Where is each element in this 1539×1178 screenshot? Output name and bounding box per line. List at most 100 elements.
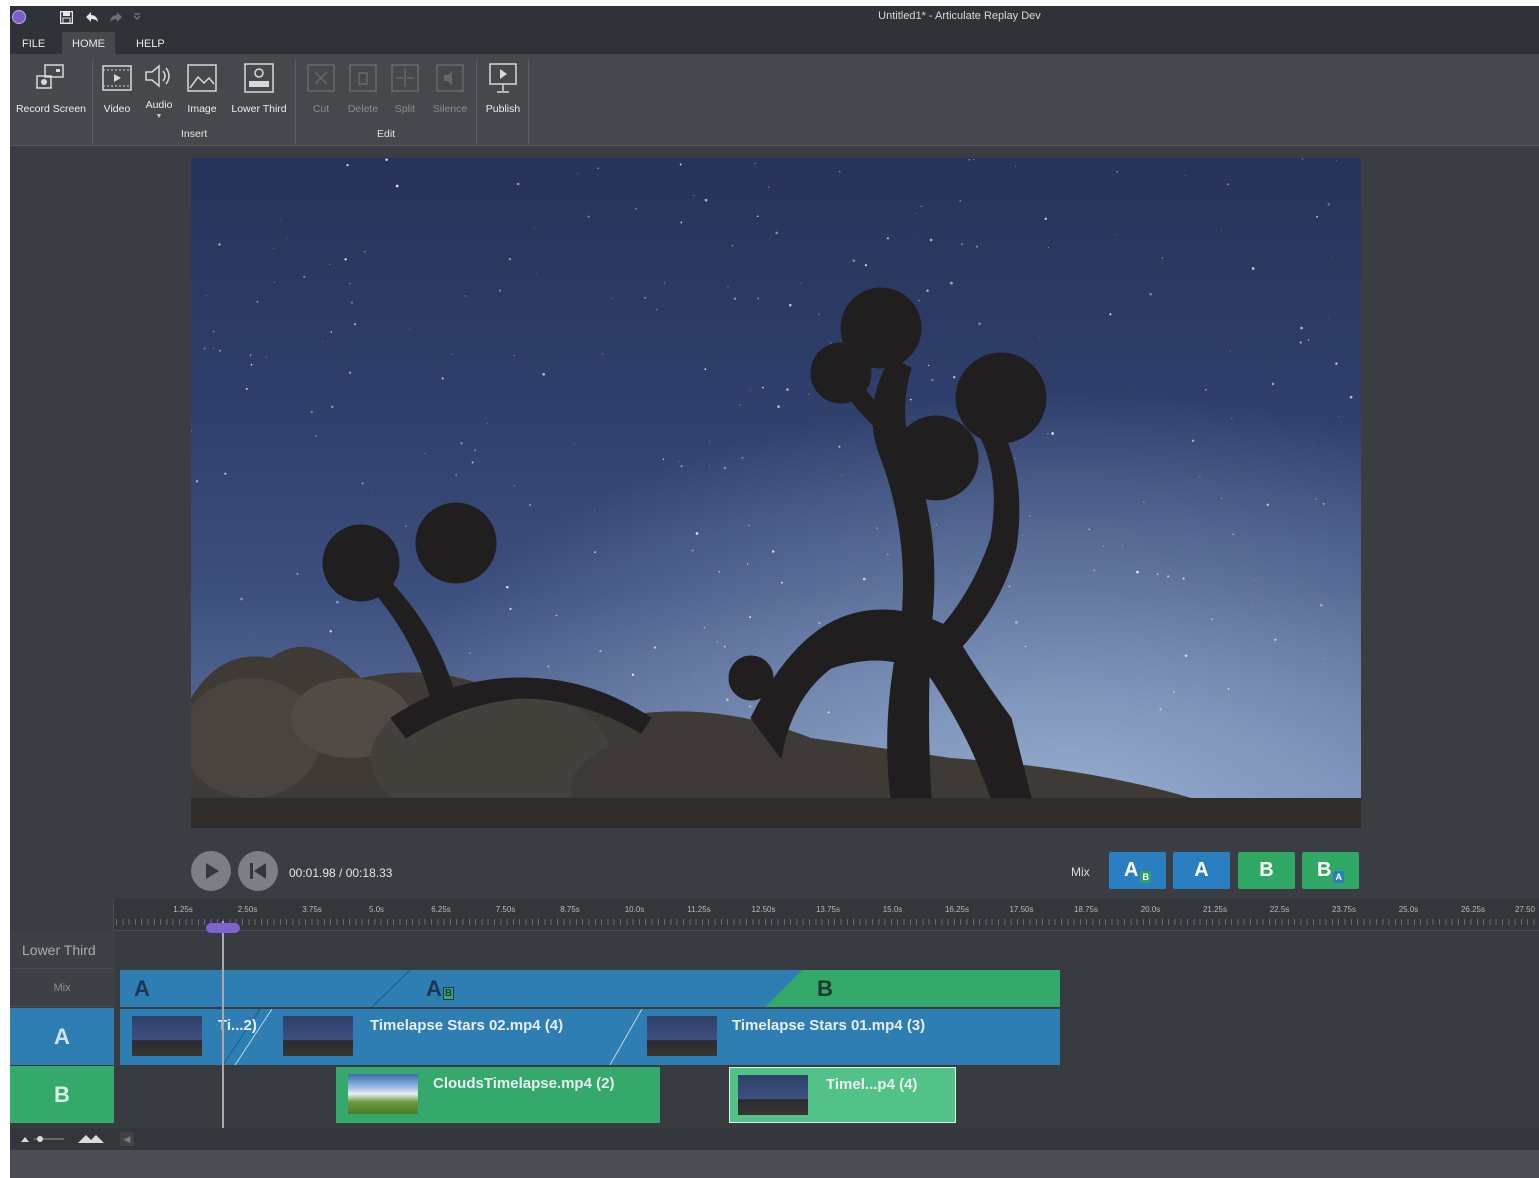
star	[249, 354, 252, 356]
star	[1271, 382, 1275, 386]
ruler-tick-label: 18.75s	[1073, 905, 1099, 914]
star	[329, 630, 332, 633]
star	[1316, 215, 1318, 218]
star	[361, 482, 364, 485]
star	[387, 178, 389, 180]
mix-button-4[interactable]: BA	[1302, 852, 1359, 889]
ribbon-separator	[476, 60, 477, 144]
star	[1266, 503, 1269, 506]
tab-file[interactable]: FILE	[12, 34, 55, 54]
ruler-tick-label: 13.75s	[815, 905, 841, 914]
clip-a-3[interactable]: Timelapse Stars 01.mp4 (3)	[640, 1009, 1060, 1065]
image-button[interactable]: Image	[182, 60, 222, 120]
star	[1014, 621, 1018, 624]
cut-icon	[305, 62, 337, 94]
star	[1251, 267, 1255, 270]
cut-label: Cut	[312, 103, 330, 115]
tab-home[interactable]: HOME	[62, 32, 115, 54]
video-preview[interactable]	[191, 158, 1361, 828]
star	[245, 387, 248, 390]
delete-button[interactable]: Delete	[343, 60, 383, 120]
mix-button-main-label: A	[1194, 859, 1209, 881]
playhead[interactable]	[221, 921, 224, 1133]
star	[863, 577, 866, 581]
clip-a-2[interactable]: Timelapse Stars 02.mp4 (4)	[275, 1009, 635, 1065]
star	[547, 665, 550, 668]
tab-help[interactable]: HELP	[126, 34, 175, 54]
split-button[interactable]: Split	[387, 60, 423, 120]
track-label-b[interactable]: B	[10, 1066, 114, 1123]
play-button[interactable]	[191, 851, 231, 891]
mix-segment-b[interactable]: B	[817, 976, 833, 1002]
audio-button[interactable]: Audio ▼	[140, 60, 178, 120]
mix-button-1[interactable]: AB	[1109, 852, 1166, 889]
clip-a-1[interactable]: Ti...2)	[120, 1009, 270, 1065]
star	[1236, 475, 1238, 477]
ruler-tick-label: 6.25s	[431, 905, 451, 914]
star	[212, 330, 215, 333]
mix-segment-a[interactable]: A	[134, 976, 150, 1002]
star	[1109, 313, 1112, 316]
star	[693, 673, 694, 675]
star	[838, 445, 841, 448]
star	[864, 264, 867, 267]
record-screen-button[interactable]: Record Screen	[12, 60, 90, 120]
zoom-slider[interactable]	[18, 1128, 128, 1150]
star	[218, 349, 221, 352]
ruler-tick-label: 27.50	[1514, 905, 1536, 914]
image-label: Image	[187, 103, 217, 115]
star	[886, 553, 889, 556]
lower-third-icon	[243, 62, 275, 94]
timeline-zoom-bar: ◀	[10, 1128, 1539, 1150]
clip-thumbnail	[647, 1016, 717, 1056]
clip-b-2[interactable]: Timel...p4 (4)	[729, 1067, 956, 1123]
video-button[interactable]: Video	[98, 60, 136, 120]
silence-label: Silence	[432, 103, 468, 115]
star	[1231, 417, 1233, 420]
image-icon	[186, 62, 218, 94]
clip-b-2-name: Timel...p4 (4)	[826, 1076, 918, 1093]
rewind-to-start-button[interactable]	[238, 851, 278, 891]
star	[920, 205, 922, 208]
star	[330, 405, 334, 409]
star	[224, 472, 227, 475]
title-bar: Untitled1* - Articulate Replay Dev	[10, 6, 1539, 28]
star	[800, 282, 802, 284]
clip-b-1-name: CloudsTimelapse.mp4 (2)	[433, 1075, 615, 1092]
star	[611, 297, 614, 299]
star	[599, 649, 602, 653]
track-label-a[interactable]: A	[10, 1008, 114, 1065]
scroll-left-icon[interactable]: ◀	[120, 1132, 134, 1146]
star	[509, 607, 512, 611]
mix-segment-ab-sub: B	[442, 987, 455, 1000]
star	[353, 323, 357, 326]
record-screen-label: Record Screen	[15, 103, 87, 115]
star	[1049, 679, 1050, 681]
star	[336, 600, 339, 604]
star	[1328, 317, 1330, 319]
ruler-tick-label: 12.50s	[751, 905, 776, 914]
star	[1051, 432, 1054, 435]
mix-button-3[interactable]: B	[1238, 852, 1295, 889]
publish-button[interactable]: Publish	[482, 60, 524, 120]
lower-third-button[interactable]: Lower Third	[226, 60, 292, 120]
star	[1159, 708, 1162, 711]
edit-group-label: Edit	[377, 128, 396, 140]
mix-button-2[interactable]: A	[1173, 852, 1230, 889]
mix-segment-ab[interactable]: AB	[426, 976, 455, 1002]
audio-dropdown-arrow-icon[interactable]: ▼	[156, 113, 163, 120]
ruler-tick-label: 11.25s	[687, 905, 711, 914]
star	[1229, 350, 1231, 352]
star	[1307, 339, 1310, 341]
playhead-handle[interactable]	[205, 923, 240, 933]
star	[1047, 433, 1049, 435]
cut-button[interactable]: Cut	[303, 60, 339, 120]
star	[1302, 580, 1304, 582]
clip-a-1-name: Ti...2)	[218, 1017, 257, 1034]
star	[310, 410, 313, 414]
star	[513, 485, 515, 487]
clip-b-1[interactable]: CloudsTimelapse.mp4 (2)	[336, 1067, 660, 1123]
window-title: Untitled1* - Articulate Replay Dev	[878, 10, 1041, 22]
star	[653, 646, 657, 649]
silence-button[interactable]: Silence	[429, 60, 471, 120]
